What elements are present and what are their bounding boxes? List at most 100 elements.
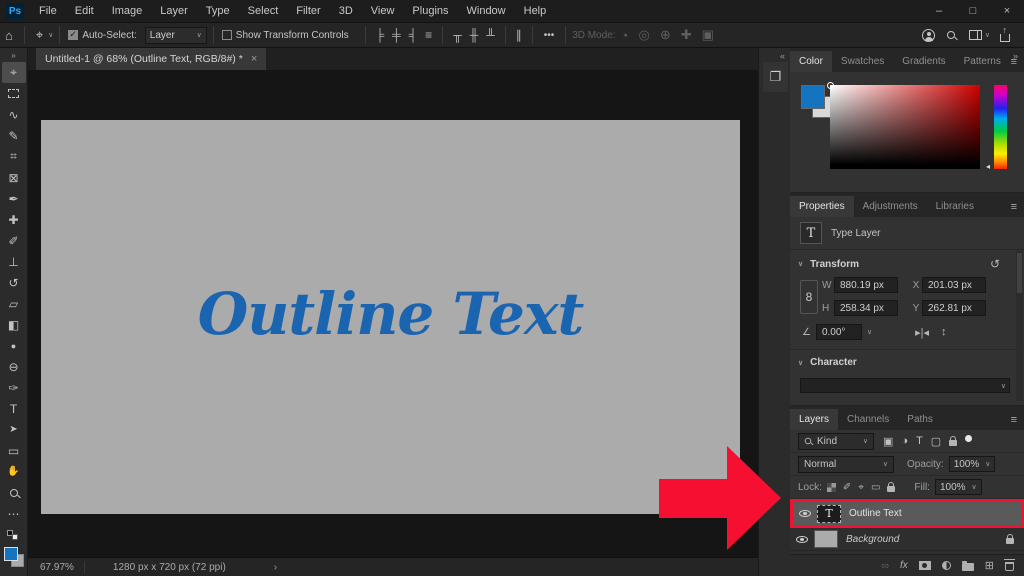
- auto-select-checkbox[interactable]: [68, 29, 79, 40]
- 3d-orbit-icon[interactable]: ◔: [616, 28, 634, 43]
- document-tab[interactable]: Untitled-1 @ 68% (Outline Text, RGB/8#) …: [36, 48, 267, 70]
- tab-close-icon[interactable]: ×: [251, 53, 257, 65]
- quick-selection-tool[interactable]: ✎: [2, 125, 26, 146]
- link-dimensions-icon[interactable]: 8: [800, 279, 818, 314]
- font-family-dropdown[interactable]: ∨: [800, 378, 1010, 393]
- lasso-tool[interactable]: ∿: [2, 104, 26, 125]
- close-button[interactable]: ×: [990, 0, 1024, 22]
- type-layer-thumbnail[interactable]: T: [817, 504, 841, 523]
- height-field[interactable]: 258.34 px: [834, 300, 898, 316]
- auto-select-target-dropdown[interactable]: Layer ∨: [144, 26, 207, 44]
- align-center-horizontal-icon[interactable]: ╪: [388, 28, 405, 42]
- eyedropper-tool[interactable]: ✒: [2, 188, 26, 209]
- chevron-down-icon[interactable]: ∨: [867, 328, 872, 336]
- panels-collapse-icon[interactable]: »: [1013, 51, 1018, 61]
- hue-slider-marker[interactable]: ◂: [986, 162, 990, 171]
- filter-toggle-icon[interactable]: [965, 435, 973, 442]
- share-icon[interactable]: [1000, 25, 1010, 42]
- link-layers-icon[interactable]: ∞: [881, 560, 889, 572]
- menu-view[interactable]: View: [362, 0, 404, 22]
- healing-brush-tool[interactable]: ✚: [2, 209, 26, 230]
- 3d-camera-icon[interactable]: ▣: [697, 27, 719, 43]
- home-icon[interactable]: ⌂: [0, 28, 18, 43]
- color-picker-dot[interactable]: [827, 82, 834, 89]
- menu-3d[interactable]: 3D: [330, 0, 362, 22]
- reset-transform-icon[interactable]: ↺: [990, 257, 1000, 271]
- menu-help[interactable]: Help: [515, 0, 556, 22]
- gradient-tool[interactable]: ◧: [2, 314, 26, 335]
- saturation-brightness-field[interactable]: [827, 82, 980, 169]
- foreground-color-swatch[interactable]: [801, 85, 825, 109]
- history-brush-tool[interactable]: ↺: [2, 272, 26, 293]
- rotation-field[interactable]: 0.00°: [815, 324, 862, 340]
- canvas[interactable]: Outline Text: [41, 120, 740, 514]
- filter-image-icon[interactable]: ▣: [883, 435, 893, 448]
- filter-smart-object-icon[interactable]: [949, 436, 958, 446]
- lock-position-icon[interactable]: ⌖: [858, 482, 864, 493]
- clone-stamp-tool[interactable]: ⊥: [2, 251, 26, 272]
- panel-menu-icon[interactable]: ≡: [1011, 414, 1024, 430]
- character-section-header[interactable]: ∨ Character: [790, 350, 1024, 372]
- layer-row-background[interactable]: Background: [790, 528, 1024, 551]
- search-icon[interactable]: [946, 31, 955, 39]
- layer-style-icon[interactable]: fx: [900, 560, 908, 571]
- distribute-vertical-icon[interactable]: ∥: [512, 28, 526, 42]
- zoom-level-field[interactable]: 67.97%: [28, 562, 84, 573]
- move-tool-preset-icon[interactable]: ⌖: [31, 27, 48, 43]
- scrollbar[interactable]: [1016, 251, 1023, 401]
- dodge-tool[interactable]: ⊖: [2, 356, 26, 377]
- filter-adjustment-icon[interactable]: ◑: [901, 435, 908, 447]
- tab-swatches[interactable]: Swatches: [832, 51, 893, 72]
- type-tool[interactable]: T: [2, 398, 26, 419]
- align-middle-vertical-icon[interactable]: ╫: [466, 28, 483, 42]
- account-icon[interactable]: [921, 28, 935, 42]
- tab-layers[interactable]: Layers: [790, 409, 839, 430]
- foreground-color-swatch[interactable]: [3, 547, 18, 561]
- opacity-dropdown[interactable]: 100% ∨: [948, 456, 996, 472]
- menu-layer[interactable]: Layer: [151, 0, 197, 22]
- background-layer-thumbnail[interactable]: [814, 530, 838, 548]
- menu-select[interactable]: Select: [239, 0, 288, 22]
- lock-transparent-icon[interactable]: [826, 482, 836, 492]
- tab-properties[interactable]: Properties: [790, 196, 854, 217]
- toolbar-collapse-icon[interactable]: »: [11, 48, 15, 62]
- move-tool[interactable]: ⌖: [1, 62, 26, 83]
- new-layer-icon[interactable]: ⊞: [985, 559, 994, 572]
- y-position-field[interactable]: 262.81 px: [922, 300, 986, 316]
- layer-row-outline-text[interactable]: T Outline Text: [790, 499, 1024, 528]
- frame-tool[interactable]: ⊠: [2, 167, 26, 188]
- flip-horizontal-icon[interactable]: ▸|◂: [915, 326, 929, 339]
- filter-type-icon[interactable]: T: [916, 435, 923, 447]
- menu-type[interactable]: Type: [197, 0, 239, 22]
- maximize-button[interactable]: □: [956, 0, 990, 22]
- transform-section-header[interactable]: ∨ Transform ↺: [790, 250, 1024, 275]
- align-left-icon[interactable]: ╞: [372, 28, 389, 42]
- delete-layer-icon[interactable]: [1004, 559, 1015, 571]
- workspace-icon[interactable]: [968, 30, 982, 40]
- marquee-tool[interactable]: [2, 83, 26, 104]
- menu-image[interactable]: Image: [103, 0, 152, 22]
- menu-file[interactable]: File: [30, 0, 66, 22]
- blend-mode-dropdown[interactable]: Normal ∨: [798, 455, 894, 473]
- menu-plugins[interactable]: Plugins: [403, 0, 457, 22]
- menu-filter[interactable]: Filter: [287, 0, 329, 22]
- hue-slider[interactable]: [994, 85, 1007, 169]
- rectangle-tool[interactable]: ▭: [2, 440, 26, 461]
- lock-artboard-icon[interactable]: ▭: [871, 482, 880, 493]
- distribute-horizontal-icon[interactable]: ≡: [421, 28, 436, 42]
- new-group-icon[interactable]: [961, 560, 974, 571]
- pen-tool[interactable]: ✑: [2, 377, 26, 398]
- history-panel-icon[interactable]: ❐: [763, 62, 788, 92]
- layer-mask-icon[interactable]: [918, 561, 931, 570]
- hand-tool[interactable]: ✋: [2, 461, 26, 482]
- visibility-cell[interactable]: [790, 535, 814, 543]
- tab-channels[interactable]: Channels: [838, 409, 898, 430]
- show-transform-checkbox[interactable]: [221, 30, 232, 40]
- minimize-button[interactable]: –: [922, 0, 956, 22]
- 3d-roll-icon[interactable]: ◎: [633, 27, 654, 43]
- chevron-down-icon[interactable]: ∨: [48, 31, 53, 39]
- align-right-icon[interactable]: ╡: [405, 28, 422, 42]
- panel-menu-icon[interactable]: ≡: [1011, 201, 1024, 217]
- align-top-icon[interactable]: ╥: [449, 28, 466, 42]
- width-field[interactable]: 880.19 px: [834, 277, 898, 293]
